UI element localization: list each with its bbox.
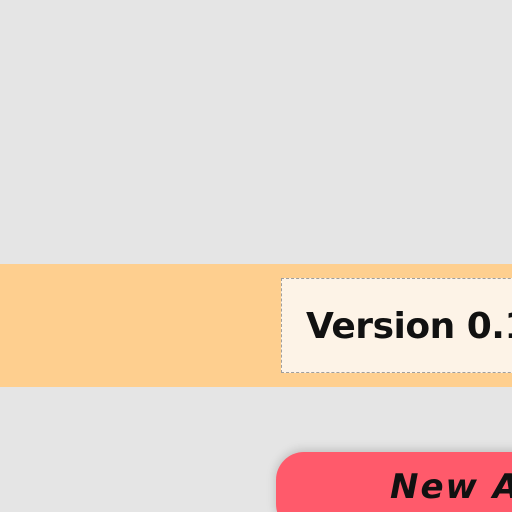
version-label: Version 0.1	[306, 306, 512, 347]
new-button[interactable]: New A	[276, 452, 512, 512]
version-banner: Version 0.1	[0, 264, 512, 387]
app-screen: Version 0.1 New A	[0, 0, 512, 512]
version-box: Version 0.1	[281, 278, 512, 373]
new-button-label: New A	[390, 467, 512, 507]
